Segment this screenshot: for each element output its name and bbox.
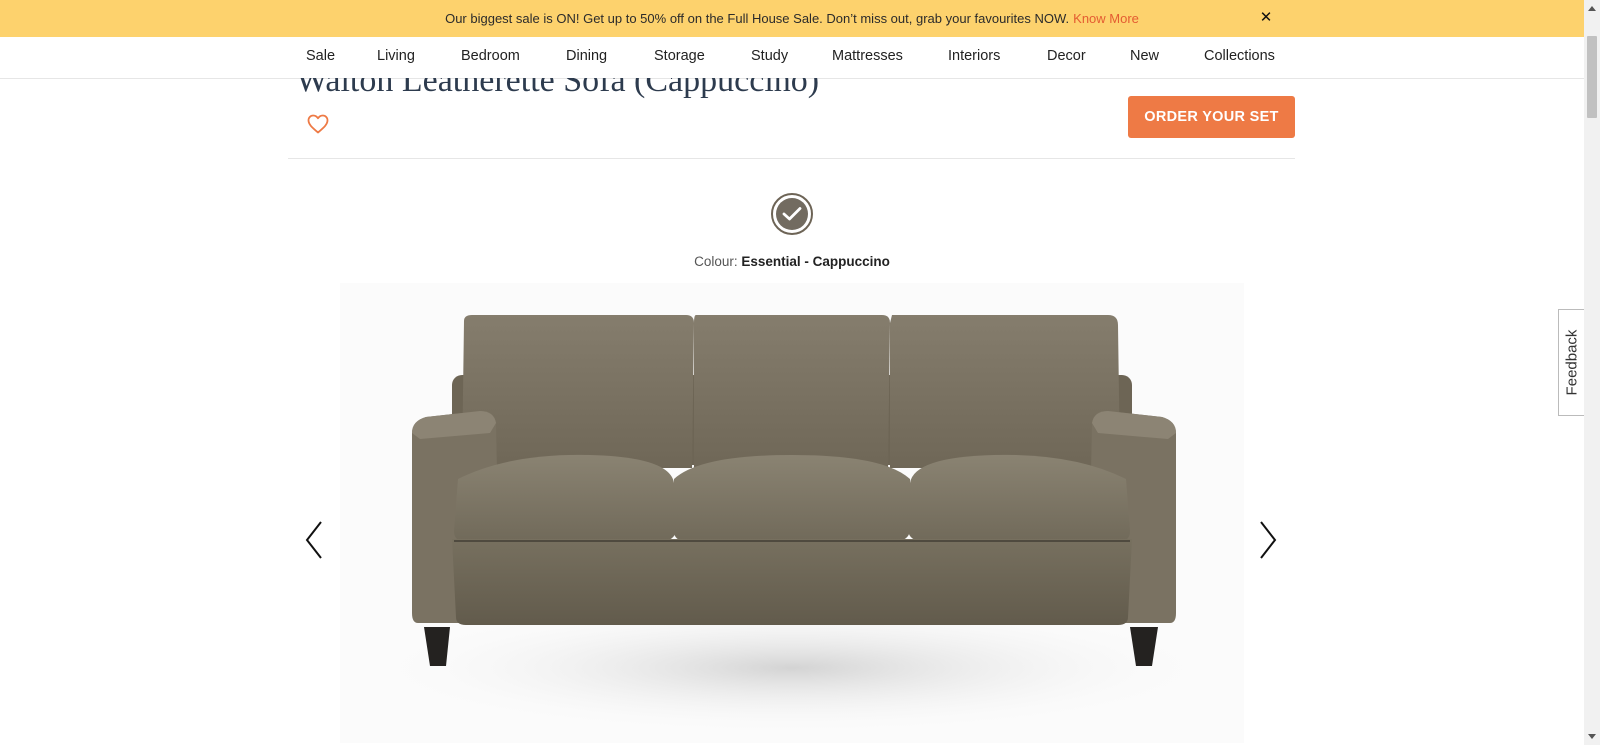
nav-item-mattresses[interactable]: Mattresses (832, 48, 903, 64)
nav-item-bedroom[interactable]: Bedroom (461, 48, 520, 64)
nav-item-living[interactable]: Living (377, 48, 415, 64)
close-icon[interactable]: ✕ (1256, 8, 1276, 28)
scroll-thumb[interactable] (1587, 36, 1597, 118)
nav-item-decor[interactable]: Decor (1047, 48, 1086, 64)
order-your-set-button[interactable]: ORDER YOUR SET (1128, 96, 1295, 138)
main-nav: Sale Living Bedroom Dining Storage Study… (0, 37, 1584, 79)
heart-icon[interactable] (306, 112, 330, 136)
nav-item-dining[interactable]: Dining (566, 48, 607, 64)
feedback-label: Feedback (1563, 329, 1580, 396)
feedback-tab[interactable]: Feedback (1558, 309, 1584, 416)
scroll-down-icon[interactable] (1584, 729, 1600, 745)
know-more-link[interactable]: Know More (1073, 11, 1139, 26)
colour-value: Essential - Cappuccino (741, 254, 890, 269)
nav-item-collections[interactable]: Collections (1204, 48, 1275, 64)
scroll-up-icon[interactable] (1584, 0, 1600, 16)
chevron-left-icon[interactable] (301, 518, 331, 562)
nav-item-storage[interactable]: Storage (654, 48, 705, 64)
nav-item-interiors[interactable]: Interiors (948, 48, 1000, 64)
nav-item-study[interactable]: Study (751, 48, 788, 64)
product-image (340, 283, 1244, 743)
colour-label: Colour: (694, 254, 738, 269)
divider (288, 158, 1295, 159)
check-icon (782, 207, 802, 221)
colour-label-line: Colour: Essential - Cappuccino (0, 254, 1584, 269)
nav-item-new[interactable]: New (1130, 48, 1159, 64)
scrollbar[interactable] (1584, 0, 1600, 745)
swatch-fill (776, 198, 808, 230)
chevron-right-icon[interactable] (1253, 518, 1283, 562)
promo-banner: Our biggest sale is ON! Get up to 50% of… (0, 0, 1584, 37)
colour-swatch-cappuccino[interactable] (771, 193, 813, 235)
nav-item-sale[interactable]: Sale (306, 48, 335, 64)
promo-text: Our biggest sale is ON! Get up to 50% of… (445, 11, 1070, 26)
